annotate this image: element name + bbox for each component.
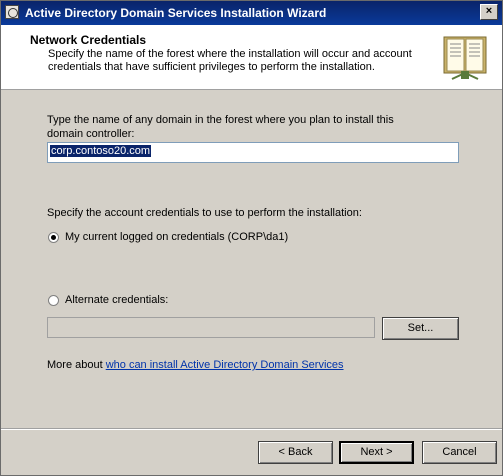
current-credentials-label[interactable]: My current logged on credentials (CORP\d… — [65, 231, 288, 243]
page-description: Specify the name of the forest where the… — [48, 48, 412, 73]
alternate-credentials-label[interactable]: Alternate credentials: — [65, 294, 168, 306]
footer-divider — [1, 428, 502, 430]
credentials-label: Specify the account credentials to use t… — [47, 207, 362, 219]
more-info-prefix: More about — [47, 359, 106, 371]
wizard-header: Network Credentials Specify the name of … — [1, 25, 502, 90]
more-info-link[interactable]: who can install Active Directory Domain … — [106, 359, 344, 371]
cancel-button[interactable]: Cancel — [422, 441, 497, 464]
domain-label: Type the name of any domain in the fores… — [47, 114, 394, 140]
wizard-window: Active Directory Domain Services Install… — [0, 0, 503, 476]
next-button[interactable]: Next > — [339, 441, 414, 464]
back-button[interactable]: < Back — [258, 441, 333, 464]
set-button[interactable]: Set... — [382, 317, 459, 340]
current-credentials-radio[interactable] — [48, 232, 59, 243]
more-info-text: More about who can install Active Direct… — [47, 359, 344, 371]
domain-input-value: corp.contoso20.com — [50, 145, 152, 157]
close-button[interactable]: × — [480, 4, 498, 20]
window-icon — [5, 5, 19, 19]
page-title: Network Credentials — [30, 33, 147, 47]
alternate-credentials-radio[interactable] — [48, 295, 59, 306]
domain-input[interactable]: corp.contoso20.com — [47, 142, 459, 163]
book-icon — [443, 36, 487, 80]
title-bar: Active Directory Domain Services Install… — [1, 1, 502, 25]
window-title: Active Directory Domain Services Install… — [25, 6, 327, 20]
alternate-credentials-field — [47, 317, 375, 338]
